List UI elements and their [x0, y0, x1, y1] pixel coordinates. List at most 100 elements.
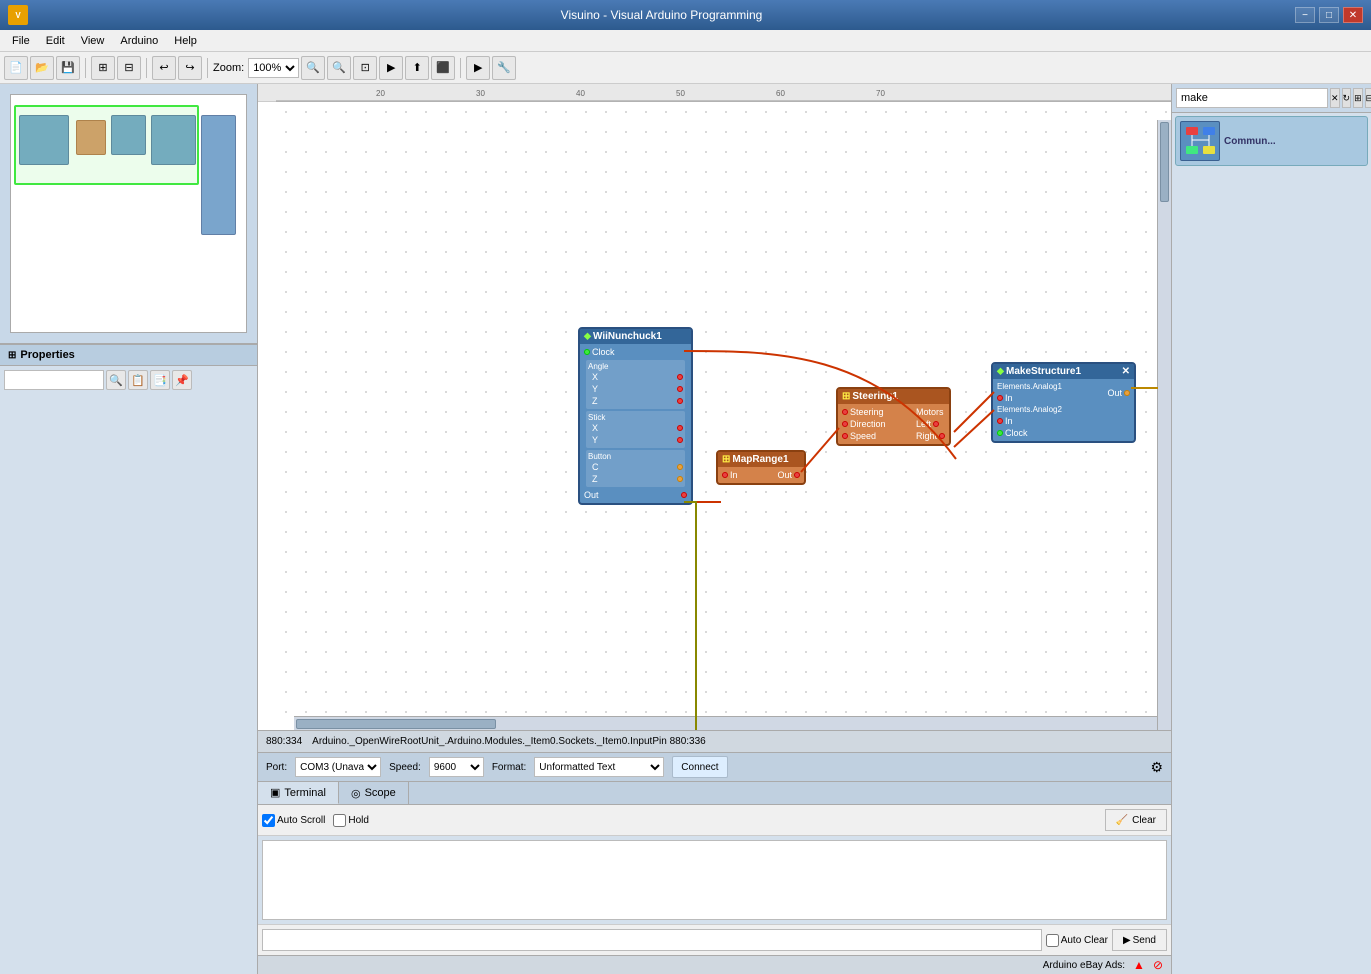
wiinunchuck-bz-dot[interactable] [677, 476, 683, 482]
palette-search-input[interactable] [1176, 88, 1328, 108]
redo-button[interactable]: ↪ [178, 56, 202, 80]
serial-header: Port: COM3 (Unava Speed: 9600 115200 For… [258, 753, 1171, 782]
speed-select[interactable]: 9600 115200 [429, 757, 484, 777]
hscroll-thumb[interactable] [296, 719, 496, 729]
auto-scroll-checkbox[interactable] [262, 814, 275, 827]
menu-file[interactable]: File [4, 33, 38, 49]
speed-label: Speed: [389, 762, 421, 773]
minimize-button[interactable]: − [1295, 7, 1315, 23]
wiinunchuck-clock-dot[interactable] [584, 349, 590, 355]
canvas-scrollbar-h[interactable] [294, 716, 1157, 730]
palette-expand-btn[interactable]: ⊞ [1353, 88, 1363, 108]
prop-btn4[interactable]: 📌 [172, 370, 192, 390]
send-input[interactable] [262, 929, 1042, 951]
maprange-out-dot[interactable] [794, 472, 800, 478]
canvas-scrollbar-v[interactable] [1157, 120, 1171, 730]
hold-wrap[interactable]: Hold [333, 814, 369, 827]
ads-icon2[interactable]: ⊘ [1153, 958, 1163, 972]
palette-refresh-btn[interactable]: ↻ [1342, 88, 1352, 108]
wiinunchuck-out-dot[interactable] [681, 492, 687, 498]
port-select[interactable]: COM3 (Unava [295, 757, 381, 777]
steering-speed-dot[interactable] [842, 433, 848, 439]
menu-arduino[interactable]: Arduino [112, 33, 166, 49]
canvas[interactable]: 20 30 40 [276, 102, 1171, 730]
tab-scope[interactable]: ◎ Scope [339, 782, 409, 804]
palette-grid-btn[interactable]: ⊟ [1365, 88, 1371, 108]
ads-icon1[interactable]: ▲ [1133, 958, 1145, 972]
tab-terminal[interactable]: ▣ Terminal [258, 782, 339, 804]
wiinunchuck-y-dot[interactable] [677, 386, 683, 392]
prop-btn1[interactable]: 🔍 [106, 370, 126, 390]
terminal-scrollbar[interactable] [1099, 0, 1113, 974]
canvas-wrapper[interactable]: 20 30 40 50 60 70 20 30 40 [258, 84, 1171, 730]
wiinunchuck-x-dot[interactable] [677, 374, 683, 380]
wiinunchuck-button-section: Button C Z [586, 450, 685, 487]
steering-left-row: Left [916, 418, 945, 430]
undo-button[interactable]: ↩ [152, 56, 176, 80]
zoom-fit-button[interactable]: ⊡ [353, 56, 377, 80]
makestructure-close-icon[interactable]: ✕ [1122, 366, 1130, 377]
vscroll-thumb[interactable] [1160, 122, 1169, 202]
serial-settings-icon[interactable]: ⚙ [1150, 759, 1163, 776]
svg-text:40: 40 [576, 89, 585, 98]
steering-right-dot[interactable] [939, 433, 945, 439]
steering-direction-dot[interactable] [842, 421, 848, 427]
auto-scroll-wrap[interactable]: Auto Scroll [262, 814, 325, 827]
palette-search-btn[interactable]: ✕ [1330, 88, 1340, 108]
zoom-select[interactable]: 100% 50% 75% 125% 150% [248, 58, 299, 78]
format-label: Format: [492, 762, 526, 773]
prop-btn3[interactable]: 📑 [150, 370, 170, 390]
connect-button[interactable]: Connect [672, 756, 727, 778]
menu-view[interactable]: View [73, 33, 113, 49]
steering-left-label: Left [916, 419, 931, 429]
open-button[interactable]: 📂 [30, 56, 54, 80]
compile-button[interactable]: ▶ [379, 56, 403, 80]
maprange-in-dot[interactable] [722, 472, 728, 478]
prop-btn2[interactable]: 📋 [128, 370, 148, 390]
steering-title: Steering1 [852, 391, 898, 402]
wiinunchuck-z-dot[interactable] [677, 398, 683, 404]
upload-button[interactable]: ⬆ [405, 56, 429, 80]
format-select[interactable]: Unformatted Text [534, 757, 664, 777]
steering-component[interactable]: ⊞ Steering1 Steering [836, 387, 951, 446]
save-button[interactable]: 💾 [56, 56, 80, 80]
wiinunchuck-sx-dot[interactable] [677, 425, 683, 431]
run-button[interactable]: ▶ [466, 56, 490, 80]
wiinunchuck-component[interactable]: ⬥ WiiNunchuck1 Clock Angle X [578, 327, 693, 505]
clear-button[interactable]: 🧹 Clear [1105, 809, 1167, 831]
menu-edit[interactable]: Edit [38, 33, 73, 49]
wiinunchuck-out-row: Out [584, 489, 687, 501]
maprange-ports: In Out [722, 469, 800, 481]
new-button[interactable]: 📄 [4, 56, 28, 80]
canvas-area: 20 30 40 50 60 70 20 30 40 [258, 84, 1171, 974]
palette-item-commun[interactable]: Commun... [1175, 116, 1368, 166]
wiinunchuck-sy-dot[interactable] [677, 437, 683, 443]
steering-direction-label: Direction [850, 419, 886, 429]
wiinunchuck-z-row: Z [588, 395, 683, 407]
makestructure-clock-dot[interactable] [997, 430, 1003, 436]
makestructure-component[interactable]: ⬥ MakeStructure1 ✕ Elements.Analog1 [991, 362, 1136, 443]
wiinunchuck-x-label: X [588, 372, 598, 382]
send-button[interactable]: ▶ Send [1112, 929, 1167, 951]
zoom-in-button[interactable]: 🔍 [301, 56, 325, 80]
maprange-component[interactable]: ⊞ MapRange1 In Out [716, 450, 806, 485]
properties-search[interactable] [4, 370, 104, 390]
close-button[interactable]: ✕ [1343, 7, 1363, 23]
restore-button[interactable]: □ [1319, 7, 1339, 23]
build-button[interactable]: 🔧 [492, 56, 516, 80]
right-panel: ✕ ↻ ⊞ ⊟ ≡ ⚙ Commun... [1171, 84, 1371, 974]
auto-clear-checkbox[interactable] [1046, 934, 1059, 947]
stop-button[interactable]: ⬛ [431, 56, 455, 80]
menu-help[interactable]: Help [166, 33, 205, 49]
steering-left-dot[interactable] [933, 421, 939, 427]
makestructure-out-dot[interactable] [1124, 390, 1130, 396]
terminal-tab-label: Terminal [284, 787, 326, 799]
makestructure-in2-dot[interactable] [997, 418, 1003, 424]
makestructure-in1-dot[interactable] [997, 395, 1003, 401]
zoom-out-button[interactable]: 🔍 [327, 56, 351, 80]
toggle-grid-button[interactable]: ⊞ [91, 56, 115, 80]
steering-steering-dot[interactable] [842, 409, 848, 415]
snap-button[interactable]: ⊟ [117, 56, 141, 80]
hold-checkbox[interactable] [333, 814, 346, 827]
wiinunchuck-bc-dot[interactable] [677, 464, 683, 470]
